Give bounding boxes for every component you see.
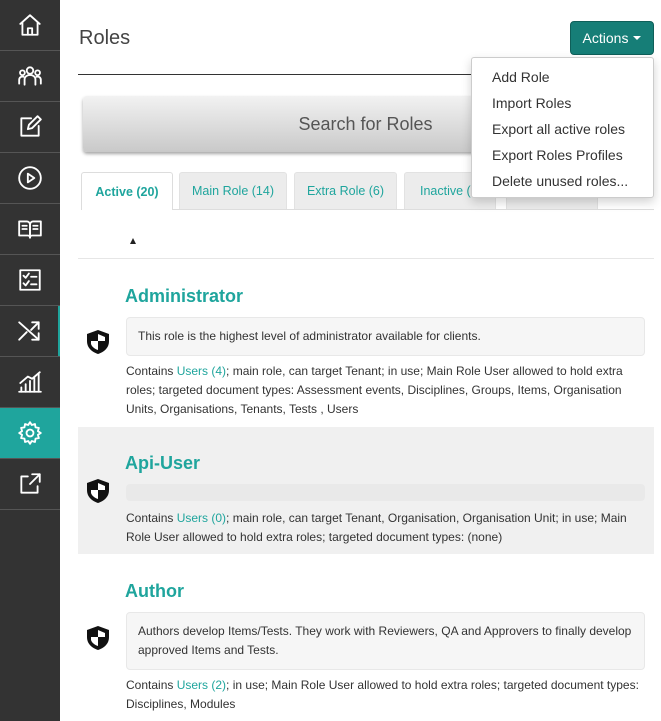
- role-card-administrator: Administrator This role is the highest l…: [78, 272, 654, 424]
- role-name[interactable]: Administrator: [125, 286, 243, 307]
- nav-settings[interactable]: [0, 408, 60, 459]
- shield-icon: [87, 479, 109, 503]
- role-description: This role is the highest level of admini…: [126, 317, 645, 356]
- tab-inactive-label: Inactive (: [420, 184, 471, 198]
- play-icon: [18, 166, 42, 190]
- tab-active[interactable]: Active (20): [81, 172, 173, 210]
- menu-item-delete-unused-roles[interactable]: Delete unused roles...: [472, 168, 653, 194]
- actions-label: Actions: [582, 30, 629, 46]
- checklist-icon: [19, 269, 41, 291]
- nav-checklist[interactable]: [0, 255, 60, 306]
- tab-extra-role-label: Extra Role (6): [306, 184, 385, 198]
- users-icon: [18, 66, 42, 86]
- shield-icon: [87, 626, 109, 650]
- nav-shuffle[interactable]: [0, 306, 60, 357]
- contains-prefix: Contains: [126, 364, 177, 378]
- actions-button[interactable]: Actions: [570, 21, 654, 55]
- contains-prefix: Contains: [126, 678, 177, 692]
- users-link[interactable]: Users (0): [177, 511, 226, 525]
- search-roles-label: Search for Roles: [298, 113, 433, 134]
- role-card-api-user: Api-User Contains Users (0); main role, …: [78, 427, 654, 554]
- tab-main-role-label: Main Role (14): [192, 184, 274, 198]
- role-description: Authors develop Items/Tests. They work w…: [126, 612, 645, 670]
- actions-dropdown-menu: Add Role Import Roles Export all active …: [471, 57, 654, 198]
- book-icon: [18, 220, 42, 239]
- role-details: Contains Users (4); main role, can targe…: [126, 362, 650, 419]
- role-name[interactable]: Api-User: [125, 453, 200, 474]
- sort-ascending-icon[interactable]: [130, 238, 136, 244]
- menu-item-add-role[interactable]: Add Role: [472, 64, 653, 90]
- tab-active-label: Active (20): [95, 184, 159, 199]
- menu-item-import-roles[interactable]: Import Roles: [472, 90, 653, 116]
- contains-prefix: Contains: [126, 511, 177, 525]
- role-details: Contains Users (2); in use; Main Role Us…: [126, 676, 650, 714]
- nav-export[interactable]: [0, 459, 60, 510]
- menu-item-export-active-roles[interactable]: Export all active roles: [472, 116, 653, 142]
- menu-item-export-roles-profiles[interactable]: Export Roles Profiles: [472, 142, 653, 168]
- sort-header: [78, 232, 654, 259]
- role-name[interactable]: Author: [125, 581, 184, 602]
- tab-extra-role[interactable]: Extra Role (6): [294, 172, 397, 209]
- sidebar: [0, 0, 60, 721]
- shuffle-icon: [18, 321, 40, 341]
- users-link[interactable]: Users (2): [177, 678, 226, 692]
- nav-edit[interactable]: [0, 102, 60, 153]
- edit-icon: [20, 115, 42, 137]
- role-details: Contains Users (0); main role, can targe…: [126, 509, 650, 547]
- role-card-author: Author Authors develop Items/Tests. They…: [78, 564, 654, 721]
- chart-icon: [18, 371, 42, 393]
- nav-book[interactable]: [0, 204, 60, 255]
- tab-main-role[interactable]: Main Role (14): [179, 172, 287, 209]
- gear-icon: [18, 421, 42, 445]
- nav-users[interactable]: [0, 51, 60, 102]
- caret-down-icon: [633, 36, 642, 40]
- home-icon: [19, 14, 41, 36]
- page-title: Roles: [79, 27, 131, 49]
- shield-icon: [87, 330, 109, 354]
- users-link[interactable]: Users (4): [177, 364, 226, 378]
- nav-reports[interactable]: [0, 357, 60, 408]
- nav-play[interactable]: [0, 153, 60, 204]
- nav-home[interactable]: [0, 0, 60, 51]
- role-description: [126, 484, 645, 501]
- share-icon: [20, 473, 41, 494]
